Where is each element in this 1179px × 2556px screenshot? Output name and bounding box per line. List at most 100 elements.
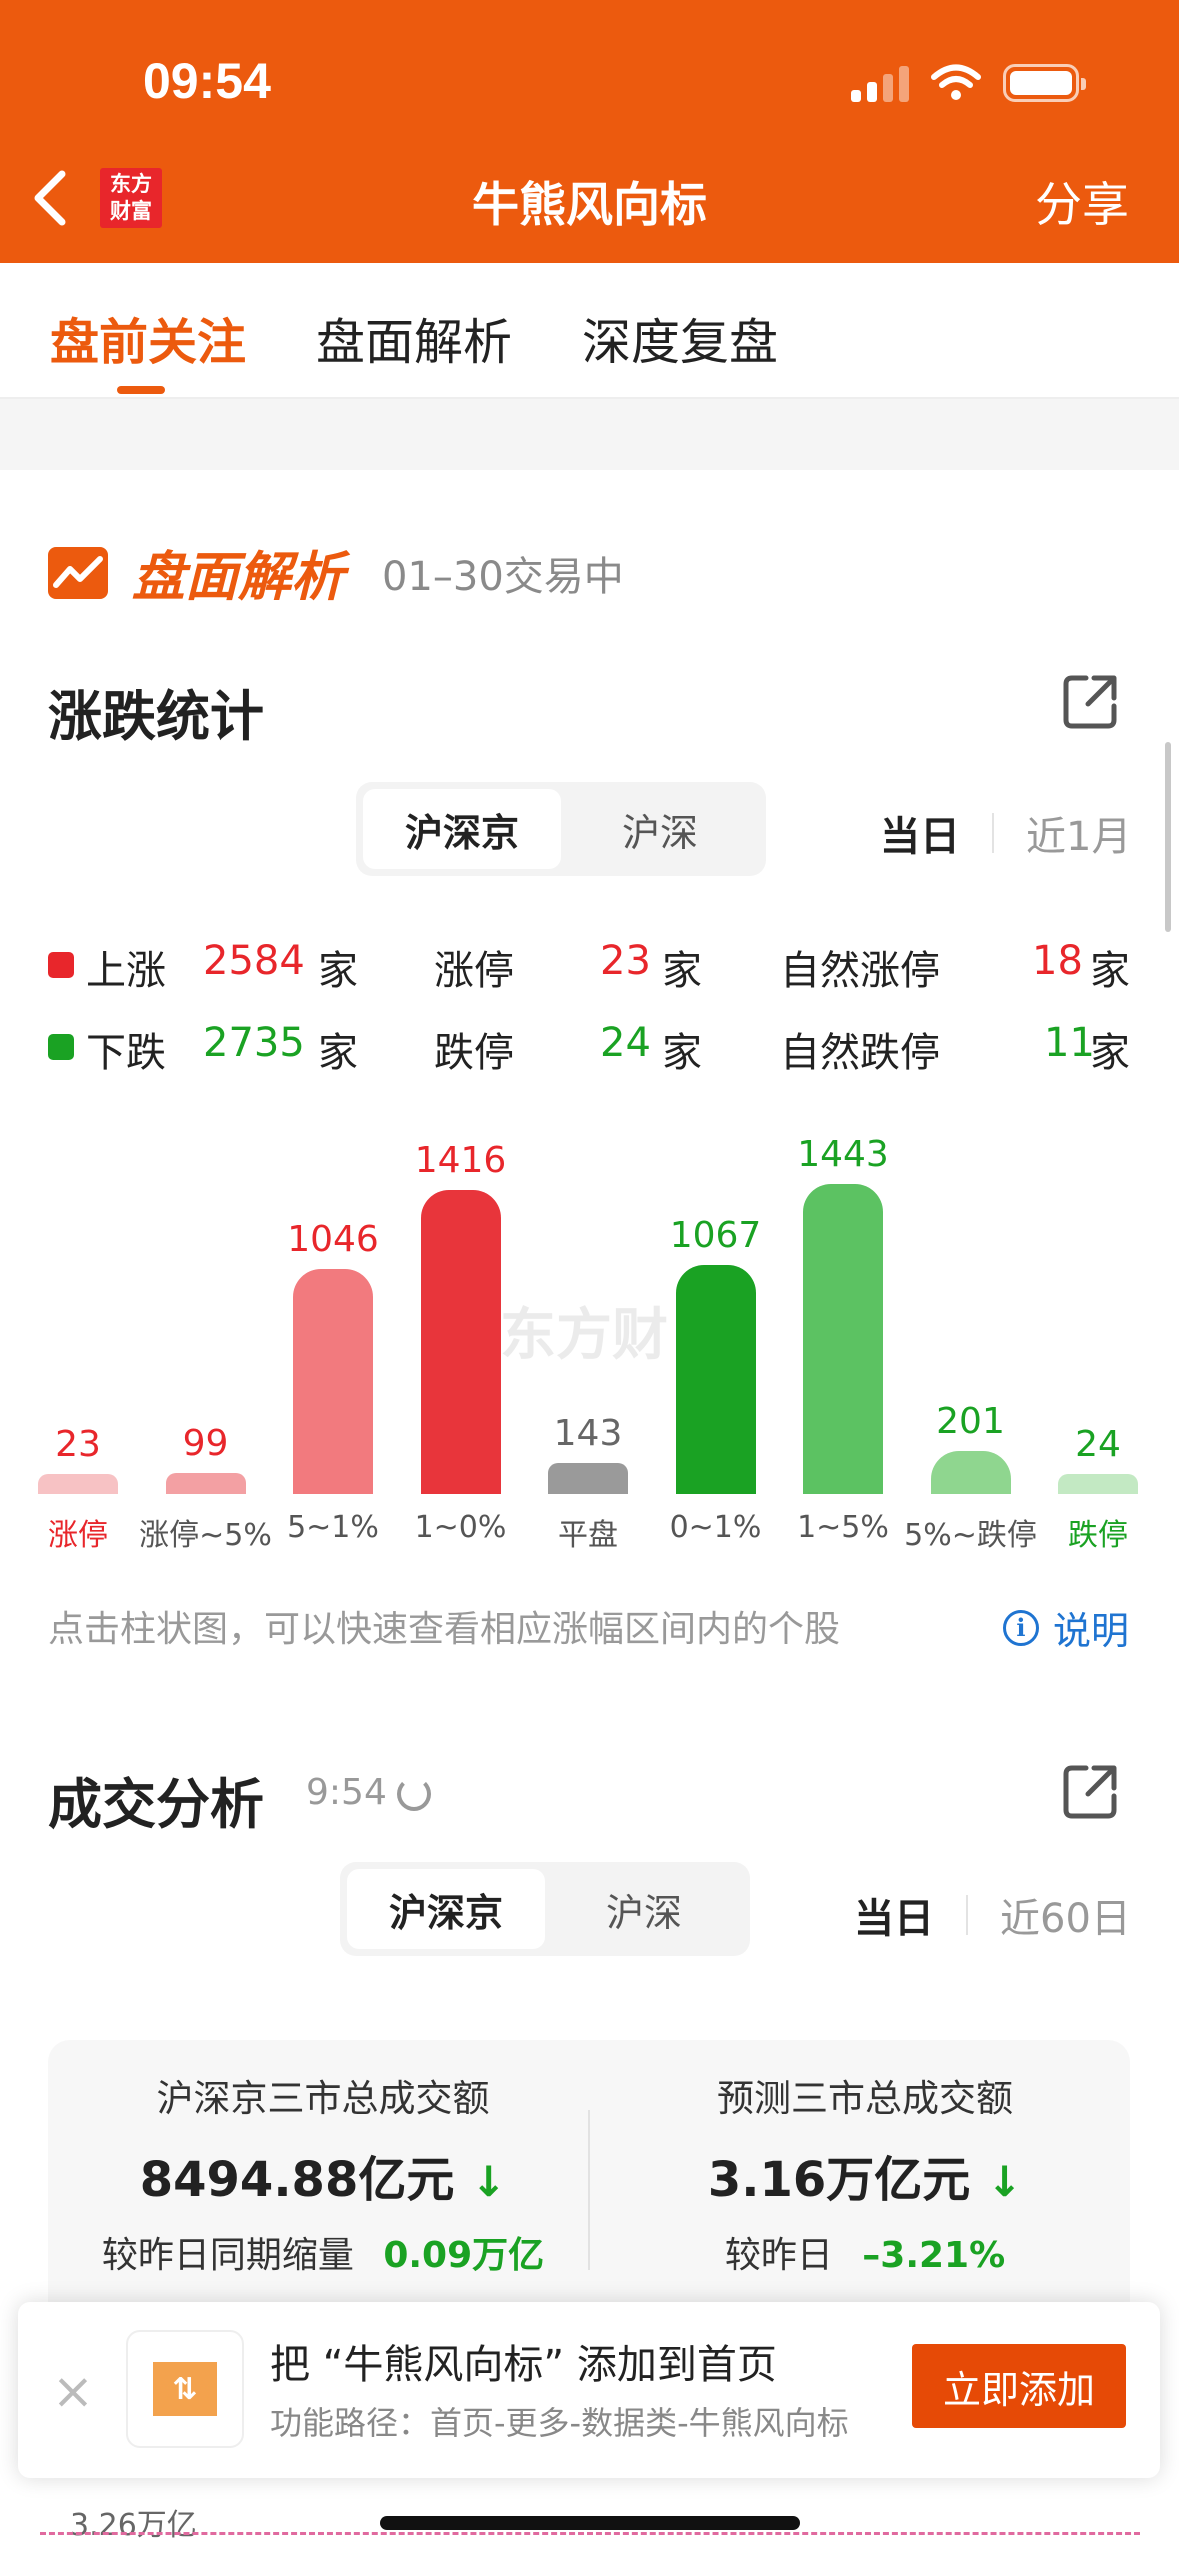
natural-limit-down-unit: 家 [1090,1030,1130,1076]
natural-limit-down-count: 11 [1044,1020,1095,1066]
volume-market-selector: 沪深京 沪深 [340,1862,750,1956]
volume-forecast: 预测三市总成交额 3.16万亿元 ↓ 较昨日 –3.21% [600,2068,1130,2278]
range-divider [966,1895,968,1935]
fall-unit: 家 [318,1030,358,1076]
bar-value-1: 99 [182,1422,229,1464]
bar-5[interactable] [675,1264,756,1494]
bar-value-5: 1067 [669,1214,762,1256]
volume-forecast-compare-label: 较昨日 [724,2235,833,2276]
scrollbar[interactable] [1165,742,1171,932]
status-time: 09:54 [143,53,271,109]
banner-title: 把 “牛熊风向标” 添加到首页 [270,2342,777,2388]
active-tab-indicator [117,386,165,394]
section-subtitle: 01–30交易中 [382,554,624,600]
wifi-icon [931,64,981,100]
tab-review[interactable]: 深度复盘 [582,303,778,374]
add-to-home-banner: × ⇅ 把 “牛熊风向标” 添加到首页 功能路径：首页-更多-数据类-牛熊风向标… [18,2302,1160,2478]
bar-1[interactable] [165,1472,246,1494]
close-icon[interactable]: × [52,2362,94,2420]
volume-chart-axis-label: 3.26万亿 [70,2508,197,2543]
volume-forecast-amount: 3.16万亿元 [707,2152,971,2208]
info-icon: i [1002,1609,1039,1646]
add-now-button[interactable]: 立即添加 [912,2344,1126,2428]
bar-value-6: 1443 [797,1134,889,1175]
volume-actual: 沪深京三市总成交额 8494.88亿元 ↓ 较昨日同期缩量 0.09万亿 [58,2068,588,2278]
volume-actual-amount-row: 8494.88亿元 ↓ [58,2140,588,2210]
home-indicator[interactable] [380,2516,800,2530]
share-button[interactable]: 分享 [1035,166,1129,235]
arrow-down-icon: ↓ [471,2157,507,2206]
page-title: 牛熊风向标 [472,178,707,233]
market-option-shsz[interactable]: 沪深 [545,1869,743,1949]
rise-unit: 家 [318,948,358,994]
chart-hint: 点击柱状图，可以快速查看相应涨幅区间内的个股 [48,1609,841,1650]
rise-dot [48,952,74,978]
explain-link[interactable]: i 说明 [1002,1600,1129,1655]
bar-4[interactable] [548,1463,628,1494]
limit-down-label: 跌停 [434,1030,514,1076]
updown-distribution-chart: 23 涨停 99 涨停~5% 1046 5~1% 1416 1~0% 143 平盘 1067 0~1%… [30,1110,1150,1570]
bar-value-2: 1046 [287,1219,379,1261]
bar-value-8: 24 [1075,1424,1121,1465]
external-link-icon[interactable] [1060,1762,1120,1822]
fall-dot [48,1034,74,1060]
fall-label: 下跌 [86,1030,166,1076]
tab-analysis[interactable]: 盘面解析 [316,303,512,374]
volume-actual-amount: 8494.88亿元 [139,2152,455,2208]
market-option-shsz[interactable]: 沪深 [561,789,759,869]
market-option-all[interactable]: 沪深京 [347,1869,545,1949]
flag-icon: ⇅ [153,2362,217,2416]
limit-down-unit: 家 [662,1030,702,1076]
rise-label: 上涨 [86,948,166,994]
tab-bar: 盘前关注 盘面解析 深度复盘 [0,263,1179,399]
app-header: 09:54 东方 财富 牛熊风向标 分享 [0,0,1179,263]
cellular-signal-icon [851,64,909,102]
bar-6[interactable] [803,1184,883,1494]
volume-forecast-title: 预测三市总成交额 [717,2077,1013,2120]
volume-time: 9:54 [306,1772,387,1813]
bar-2[interactable] [293,1269,373,1494]
status-icons [851,64,1086,102]
refresh-icon[interactable] [396,1777,431,1811]
range-today[interactable]: 当日 [854,1886,934,1944]
natural-limit-up-unit: 家 [1090,948,1130,994]
limit-down-count: 24 [600,1020,651,1066]
natural-limit-up-count: 18 [1032,938,1083,984]
volume-forecast-amount-row: 3.16万亿元 ↓ [600,2140,1130,2210]
limit-up-label: 涨停 [434,948,514,994]
bar-value-0: 23 [55,1424,101,1465]
app-shortcut-icon: ⇅ [126,2330,244,2448]
section-header: 盘面解析 01–30交易中 [48,535,624,611]
bar-3[interactable] [420,1189,501,1494]
volume-divider [588,2110,590,2270]
bar-7[interactable] [930,1450,1011,1494]
bar-value-3: 1416 [414,1139,507,1181]
range-month[interactable]: 近1月 [1026,804,1131,862]
tab-premarket[interactable]: 盘前关注 [50,303,246,374]
external-link-icon[interactable] [1060,672,1120,732]
volume-range-selector: 当日 近60日 [854,1886,1131,1944]
range-today[interactable]: 当日 [880,804,960,862]
range-60days[interactable]: 近60日 [1000,1886,1131,1944]
bar-value-4: 143 [553,1413,623,1455]
volume-summary: 沪深京三市总成交额 8494.88亿元 ↓ 较昨日同期缩量 0.09万亿 预测三… [48,2040,1130,2340]
battery-icon [1003,64,1086,102]
natural-limit-down-label: 自然跌停 [780,1030,940,1076]
bar-value-7: 201 [936,1400,1005,1442]
market-option-all[interactable]: 沪深京 [363,789,561,869]
explain-label: 说明 [1052,1609,1129,1653]
volume-chart-reference-line [40,2532,1140,2535]
volume-forecast-compare-value: –3.21% [862,2235,1006,2276]
bar-0[interactable] [38,1474,118,1494]
bar-label-8: 跌停 [1068,1518,1128,1553]
volume-actual-compare: 较昨日同期缩量 0.09万亿 [58,2226,588,2278]
volume-time-row: 9:54 [306,1772,431,1813]
limit-up-unit: 家 [662,948,702,994]
rise-count: 2584 [203,938,305,984]
limit-up-count: 23 [600,938,651,984]
volume-actual-compare-value: 0.09万亿 [383,2235,545,2276]
volume-forecast-compare: 较昨日 –3.21% [600,2226,1130,2278]
bar-8[interactable] [1058,1474,1138,1494]
volume-actual-title: 沪深京三市总成交额 [156,2077,490,2120]
trend-chart-icon [48,547,108,599]
